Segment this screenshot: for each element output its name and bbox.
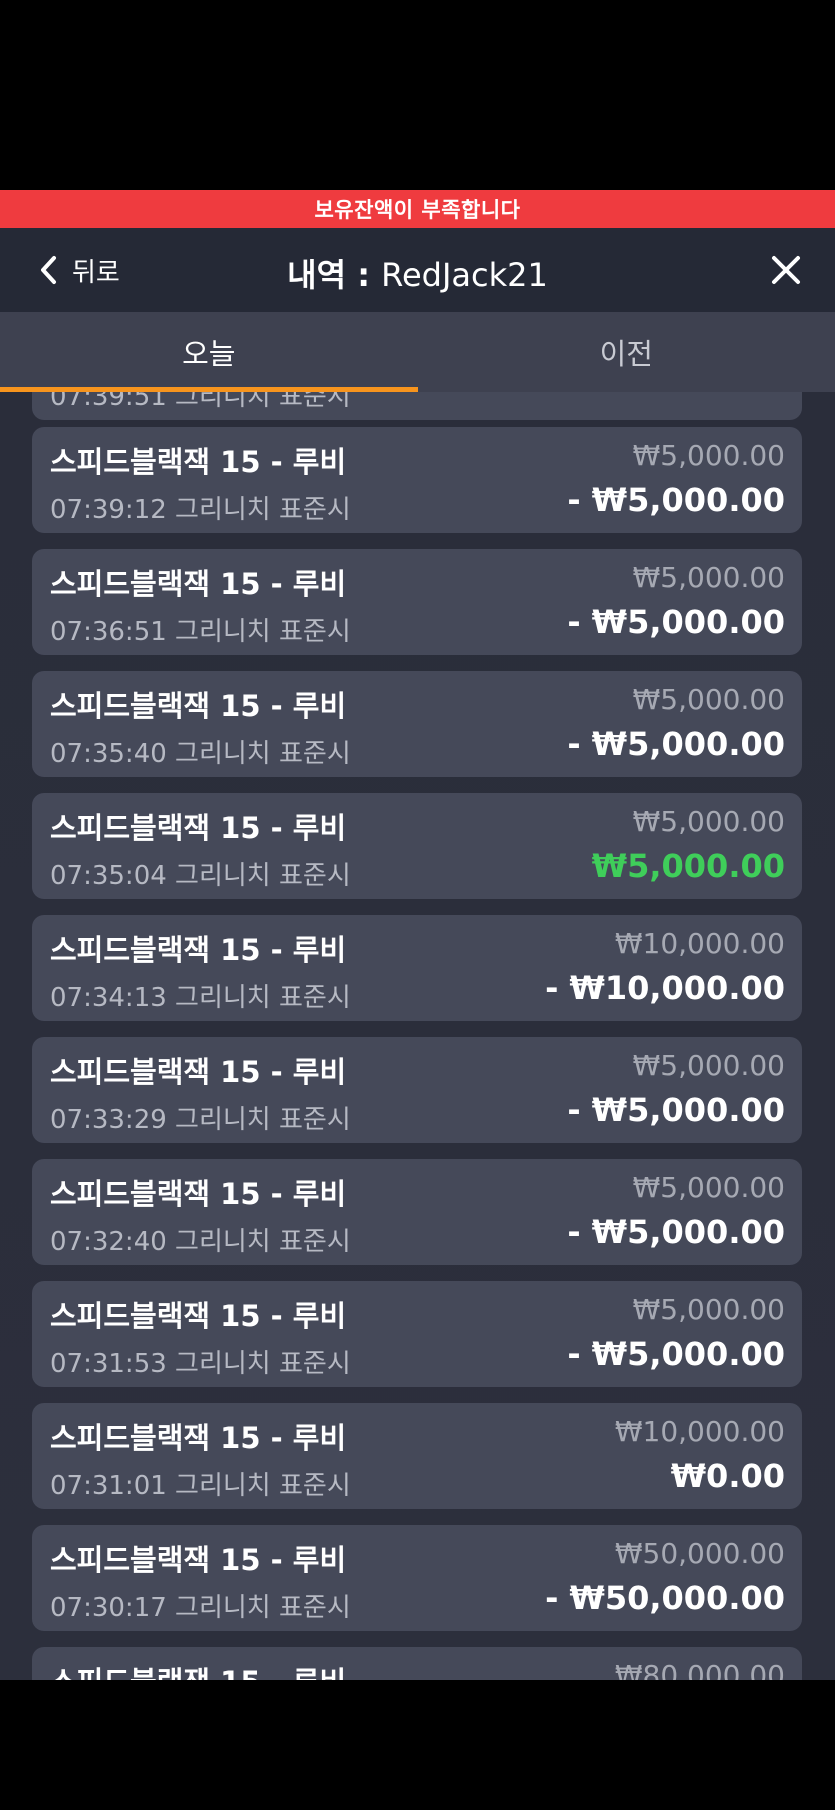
row-game-title: 스피드블랙잭 15 - 루비: [50, 1177, 347, 1211]
history-row[interactable]: 스피드블랙잭 15 - 루비 07:39:12 그리니치 표준시 ₩5,000.…: [32, 427, 802, 533]
row-result-amount: - ₩5,000.00: [567, 603, 785, 641]
row-bet-amount: ₩5,000.00: [632, 805, 785, 838]
page-title-name: RedJack21: [381, 256, 548, 294]
back-button[interactable]: 뒤로: [38, 252, 120, 288]
row-time: 07:35:40 그리니치 표준시: [50, 739, 351, 769]
row-result-amount: - ₩10,000.00: [545, 969, 785, 1007]
row-result-amount: - ₩5,000.00: [567, 1091, 785, 1129]
row-bet-amount: ₩5,000.00: [632, 1171, 785, 1204]
row-game-title: 스피드블랙잭 15 - 루비: [50, 1659, 346, 1680]
row-time: 07:30:17 그리니치 표준시: [50, 1593, 351, 1623]
row-result-amount: - ₩5,000.00: [567, 1213, 785, 1251]
history-row[interactable]: 스피드블랙잭 15 - 루비 07:32:40 그리니치 표준시 ₩5,000.…: [32, 1159, 802, 1265]
row-bet-amount: ₩5,000.00: [632, 1049, 785, 1082]
row-result-amount: - ₩5,000.00: [567, 725, 785, 763]
header-bar: 뒤로 내역 : RedJack21: [0, 228, 835, 312]
history-row-partial-bottom[interactable]: 스피드블랙잭 15 - 루비 ₩80,000.00: [32, 1647, 802, 1680]
row-game-title: 스피드블랙잭 15 - 루비: [50, 567, 347, 601]
row-result-amount: - ₩50,000.00: [545, 1579, 785, 1617]
history-tabs: 오늘 이전: [0, 312, 835, 392]
history-row[interactable]: 스피드블랙잭 15 - 루비 07:35:04 그리니치 표준시 ₩5,000.…: [32, 793, 802, 899]
row-game-title: 스피드블랙잭 15 - 루비: [50, 1055, 347, 1089]
history-row-partial-top[interactable]: 07:39:51 그리니치 표준시: [32, 392, 802, 420]
row-bet-amount: ₩80,000.00: [614, 1659, 785, 1680]
row-result-amount: - ₩5,000.00: [567, 1335, 785, 1373]
close-icon[interactable]: [769, 253, 803, 287]
row-time: 07:33:29 그리니치 표준시: [50, 1105, 351, 1135]
insufficient-balance-banner: 보유잔액이 부족합니다: [0, 190, 835, 228]
tab-today[interactable]: 오늘: [0, 312, 418, 392]
row-time: 07:39:12 그리니치 표준시: [50, 495, 351, 525]
row-game-title: 스피드블랙잭 15 - 루비: [50, 811, 347, 845]
row-time: 07:31:53 그리니치 표준시: [50, 1349, 351, 1379]
row-game-title: 스피드블랙잭 15 - 루비: [50, 933, 347, 967]
row-bet-amount: ₩5,000.00: [632, 561, 785, 594]
page-title-prefix: 내역 :: [287, 256, 382, 294]
history-row[interactable]: 스피드블랙잭 15 - 루비 07:36:51 그리니치 표준시 ₩5,000.…: [32, 549, 802, 655]
row-result-amount: ₩0.00: [670, 1457, 785, 1495]
back-label: 뒤로: [72, 257, 120, 288]
history-list[interactable]: 07:39:51 그리니치 표준시 스피드블랙잭 15 - 루비 07:39:1…: [0, 392, 835, 1680]
row-time: 07:39:51 그리니치 표준시: [50, 392, 351, 412]
row-time: 07:35:04 그리니치 표준시: [50, 861, 351, 891]
row-result-amount: - ₩5,000.00: [567, 481, 785, 519]
history-row[interactable]: 스피드블랙잭 15 - 루비 07:33:29 그리니치 표준시 ₩5,000.…: [32, 1037, 802, 1143]
history-row[interactable]: 스피드블랙잭 15 - 루비 07:35:40 그리니치 표준시 ₩5,000.…: [32, 671, 802, 777]
row-game-title: 스피드블랙잭 15 - 루비: [50, 689, 347, 723]
row-game-title: 스피드블랙잭 15 - 루비: [50, 1543, 347, 1577]
row-time: 07:32:40 그리니치 표준시: [50, 1227, 351, 1257]
row-bet-amount: ₩10,000.00: [614, 1415, 785, 1448]
banner-text: 보유잔액이 부족합니다: [314, 198, 521, 222]
chevron-left-icon: [41, 256, 56, 284]
row-bet-amount: ₩50,000.00: [614, 1537, 785, 1570]
row-time: 07:31:01 그리니치 표준시: [50, 1471, 351, 1501]
row-bet-amount: ₩5,000.00: [632, 683, 785, 716]
row-bet-amount: ₩10,000.00: [614, 927, 785, 960]
row-result-amount: ₩5,000.00: [591, 847, 785, 885]
row-game-title: 스피드블랙잭 15 - 루비: [50, 445, 347, 479]
tab-previous[interactable]: 이전: [418, 312, 835, 392]
navigation-bar-area: [0, 1680, 835, 1810]
history-row[interactable]: 스피드블랙잭 15 - 루비 07:31:01 그리니치 표준시 ₩10,000…: [32, 1403, 802, 1509]
history-row[interactable]: 스피드블랙잭 15 - 루비 07:31:53 그리니치 표준시 ₩5,000.…: [32, 1281, 802, 1387]
page-title: 내역 : RedJack21: [0, 250, 835, 296]
tab-today-label: 오늘: [182, 337, 236, 371]
row-game-title: 스피드블랙잭 15 - 루비: [50, 1299, 347, 1333]
row-bet-amount: ₩5,000.00: [632, 1293, 785, 1326]
history-row[interactable]: 스피드블랙잭 15 - 루비 07:30:17 그리니치 표준시 ₩50,000…: [32, 1525, 802, 1631]
row-bet-amount: ₩5,000.00: [632, 439, 785, 472]
status-bar-area: [0, 0, 835, 190]
row-game-title: 스피드블랙잭 15 - 루비: [50, 1421, 347, 1455]
history-row[interactable]: 스피드블랙잭 15 - 루비 07:34:13 그리니치 표준시 ₩10,000…: [32, 915, 802, 1021]
row-time: 07:36:51 그리니치 표준시: [50, 617, 351, 647]
tab-previous-label: 이전: [599, 337, 653, 371]
row-time: 07:34:13 그리니치 표준시: [50, 983, 351, 1013]
